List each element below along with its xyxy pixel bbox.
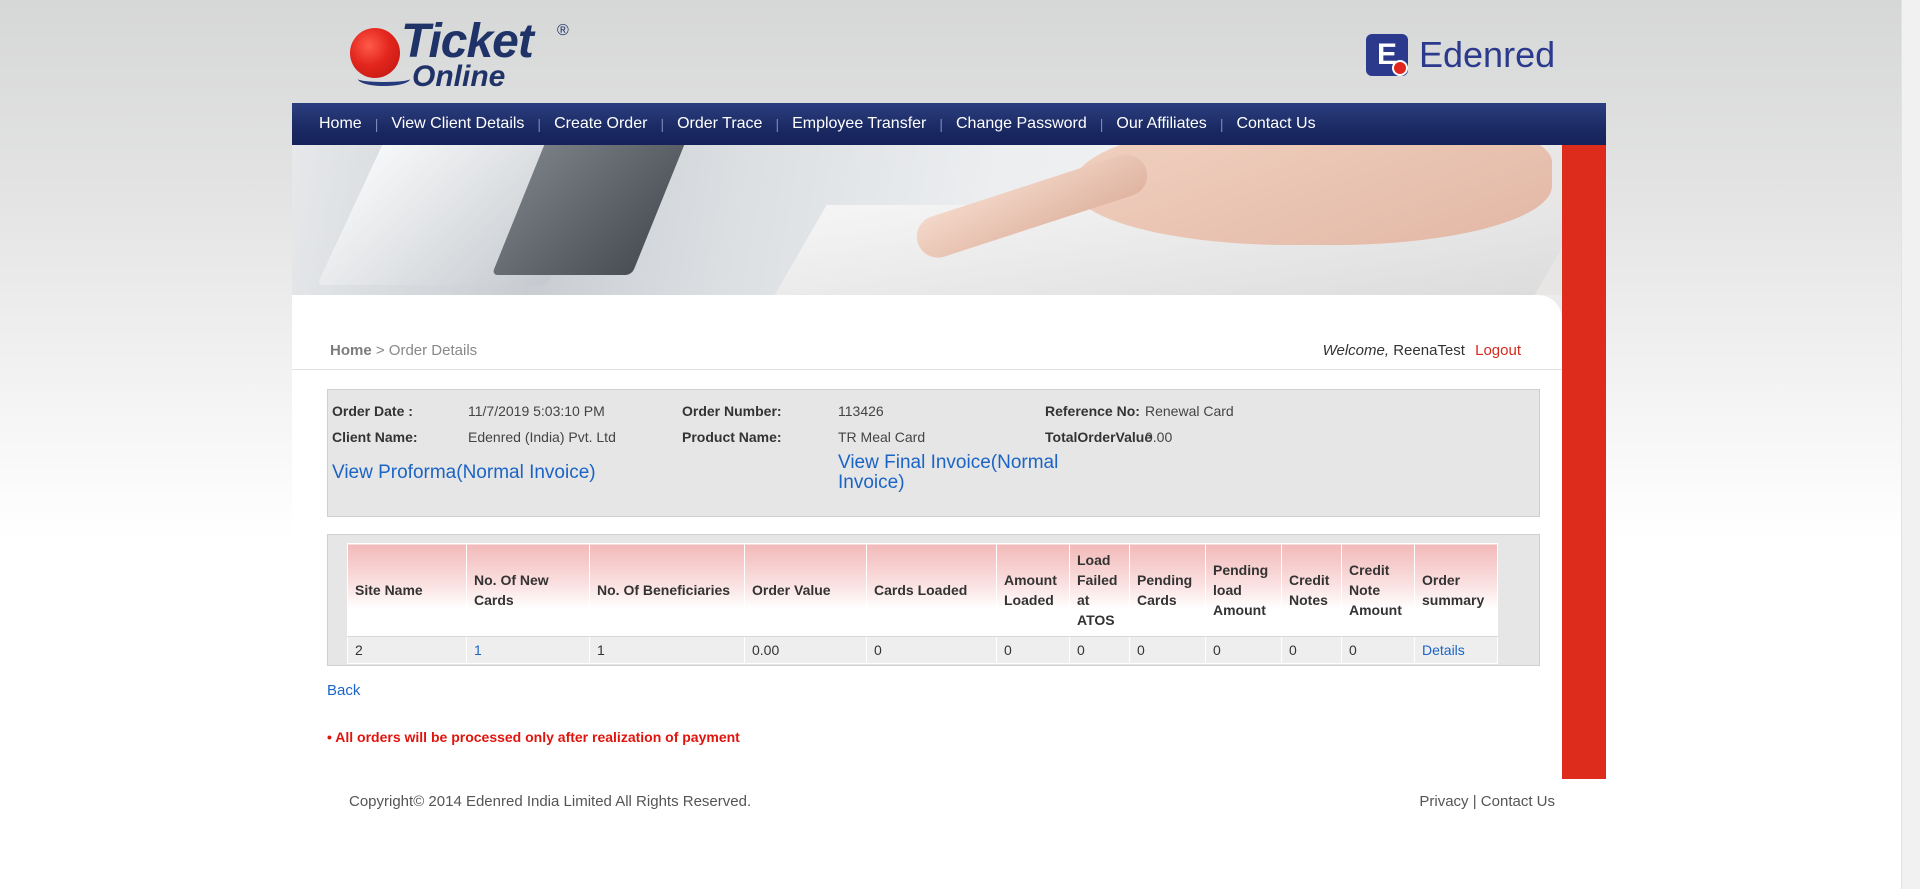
table-cell-pending-cards: 0 xyxy=(1129,636,1206,664)
order-number-value: 113426 xyxy=(838,403,884,419)
nav-separator: | xyxy=(775,116,780,132)
reference-no-value: Renewal Card xyxy=(1145,403,1234,419)
breadcrumb-home-link[interactable]: Home xyxy=(330,342,372,359)
view-final-invoice-link[interactable]: View Final Invoice(Normal Invoice) xyxy=(838,453,1083,493)
page-container: Ticket ® Online E Edenred Home | View Cl… xyxy=(292,0,1606,889)
product-name-label: Product Name: xyxy=(682,429,782,445)
footer-separator: | xyxy=(1472,793,1477,810)
edenred-wordmark: Edenred xyxy=(1419,34,1556,75)
column-header: Pending Cards xyxy=(1129,543,1206,637)
nav-item-change-password[interactable]: Change Password xyxy=(949,115,1094,133)
table-header-row: Site Name No. Of New Cards No. Of Benefi… xyxy=(347,543,1498,637)
order-date-value: 11/7/2019 5:03:10 PM xyxy=(468,403,605,419)
order-details-table: Site Name No. Of New Cards No. Of Benefi… xyxy=(347,543,1498,664)
nav-item-employee-transfer[interactable]: Employee Transfer xyxy=(785,115,933,133)
table-cell-beneficiaries: 1 xyxy=(589,636,745,664)
table-row: 2 1 1 0.00 0 0 0 0 0 0 0 Details xyxy=(347,636,1498,664)
footer-links: Privacy | Contact Us xyxy=(1419,793,1555,810)
column-header: Order Value xyxy=(744,543,867,637)
vertical-scrollbar[interactable] xyxy=(1901,0,1920,889)
client-name-label: Client Name: xyxy=(332,429,418,445)
total-order-value-label: TotalOrderValue xyxy=(1045,429,1153,445)
column-header: Cards Loaded xyxy=(866,543,997,637)
main-nav: Home | View Client Details | Create Orde… xyxy=(292,103,1606,145)
table-cell-amount-loaded: 0 xyxy=(996,636,1070,664)
column-header: Order summary xyxy=(1414,543,1498,637)
table-cell-cards-loaded: 0 xyxy=(866,636,997,664)
table-cell-pending-load-amount: 0 xyxy=(1205,636,1282,664)
table-cell-order-value: 0.00 xyxy=(744,636,867,664)
reference-no-label: Reference No: xyxy=(1045,403,1140,419)
new-cards-link[interactable]: 1 xyxy=(466,636,590,664)
nav-separator: | xyxy=(660,116,665,132)
column-header: No. Of New Cards xyxy=(466,543,590,637)
table-cell-site-name: 2 xyxy=(347,636,467,664)
order-info-panel: Order Date : 11/7/2019 5:03:10 PM Order … xyxy=(327,389,1540,517)
divider xyxy=(292,369,1562,370)
view-proforma-invoice-link[interactable]: View Proforma(Normal Invoice) xyxy=(332,463,596,483)
red-side-strip xyxy=(1562,145,1606,779)
footer-privacy-link[interactable]: Privacy xyxy=(1419,793,1468,810)
nav-item-create-order[interactable]: Create Order xyxy=(547,115,654,133)
nav-item-view-client-details[interactable]: View Client Details xyxy=(384,115,531,133)
logo-word-online: Online xyxy=(412,60,506,93)
welcome-bar: Welcome, ReenaTest Logout xyxy=(1323,342,1521,359)
table-cell-credit-note-amount: 0 xyxy=(1341,636,1415,664)
breadcrumb-separator: > xyxy=(375,342,385,359)
column-header: Pending load Amount xyxy=(1205,543,1282,637)
ticket-online-logo[interactable]: Ticket ® Online xyxy=(350,15,585,93)
breadcrumb: Home > Order Details xyxy=(330,342,477,359)
column-header: Site Name xyxy=(347,543,467,637)
footer-contact-link[interactable]: Contact Us xyxy=(1481,793,1555,810)
welcome-text: Welcome, xyxy=(1322,342,1390,359)
order-summary-panel: Site Name No. Of New Cards No. Of Benefi… xyxy=(327,534,1540,666)
nav-separator: | xyxy=(537,116,542,132)
logo-swoosh-icon xyxy=(358,72,410,86)
user-name: ReenaTest xyxy=(1393,342,1465,359)
nav-item-order-trace[interactable]: Order Trace xyxy=(670,115,769,133)
nav-separator: | xyxy=(939,116,943,132)
order-date-label: Order Date : xyxy=(332,403,413,419)
breadcrumb-current: Order Details xyxy=(388,342,478,359)
nav-item-our-affiliates[interactable]: Our Affiliates xyxy=(1109,115,1213,133)
column-header: Credit Notes xyxy=(1281,543,1342,637)
header-banner-image xyxy=(292,145,1562,295)
order-summary-details-link[interactable]: Details xyxy=(1414,636,1498,664)
nav-separator: | xyxy=(1219,116,1224,132)
nav-item-home[interactable]: Home xyxy=(312,115,369,133)
column-header: No. Of Beneficiaries xyxy=(589,543,745,637)
payment-notice: • All orders will be processed only afte… xyxy=(327,729,740,745)
logo-registered-mark: ® xyxy=(557,22,569,39)
logout-link[interactable]: Logout xyxy=(1475,342,1521,359)
table-cell-load-failed: 0 xyxy=(1069,636,1130,664)
edenred-dot-icon xyxy=(1392,60,1408,76)
nav-separator: | xyxy=(1099,116,1104,132)
table-cell-credit-notes: 0 xyxy=(1281,636,1342,664)
logo-ball-icon xyxy=(350,28,400,78)
column-header: Load Failed at ATOS xyxy=(1069,543,1130,637)
order-number-label: Order Number: xyxy=(682,403,782,419)
column-header: Amount Loaded xyxy=(996,543,1070,637)
nav-item-contact-us[interactable]: Contact Us xyxy=(1229,115,1322,133)
total-order-value: 0.00 xyxy=(1145,429,1173,445)
footer-copyright: Copyright© 2014 Edenred India Limited Al… xyxy=(349,793,752,810)
back-link[interactable]: Back xyxy=(327,682,360,699)
column-header: Credit Note Amount xyxy=(1341,543,1415,637)
client-name-value: Edenred (India) Pvt. Ltd xyxy=(468,429,616,445)
edenred-logo: E Edenred xyxy=(1366,34,1556,80)
nav-separator: | xyxy=(374,116,379,132)
product-name-value: TR Meal Card xyxy=(838,429,926,445)
